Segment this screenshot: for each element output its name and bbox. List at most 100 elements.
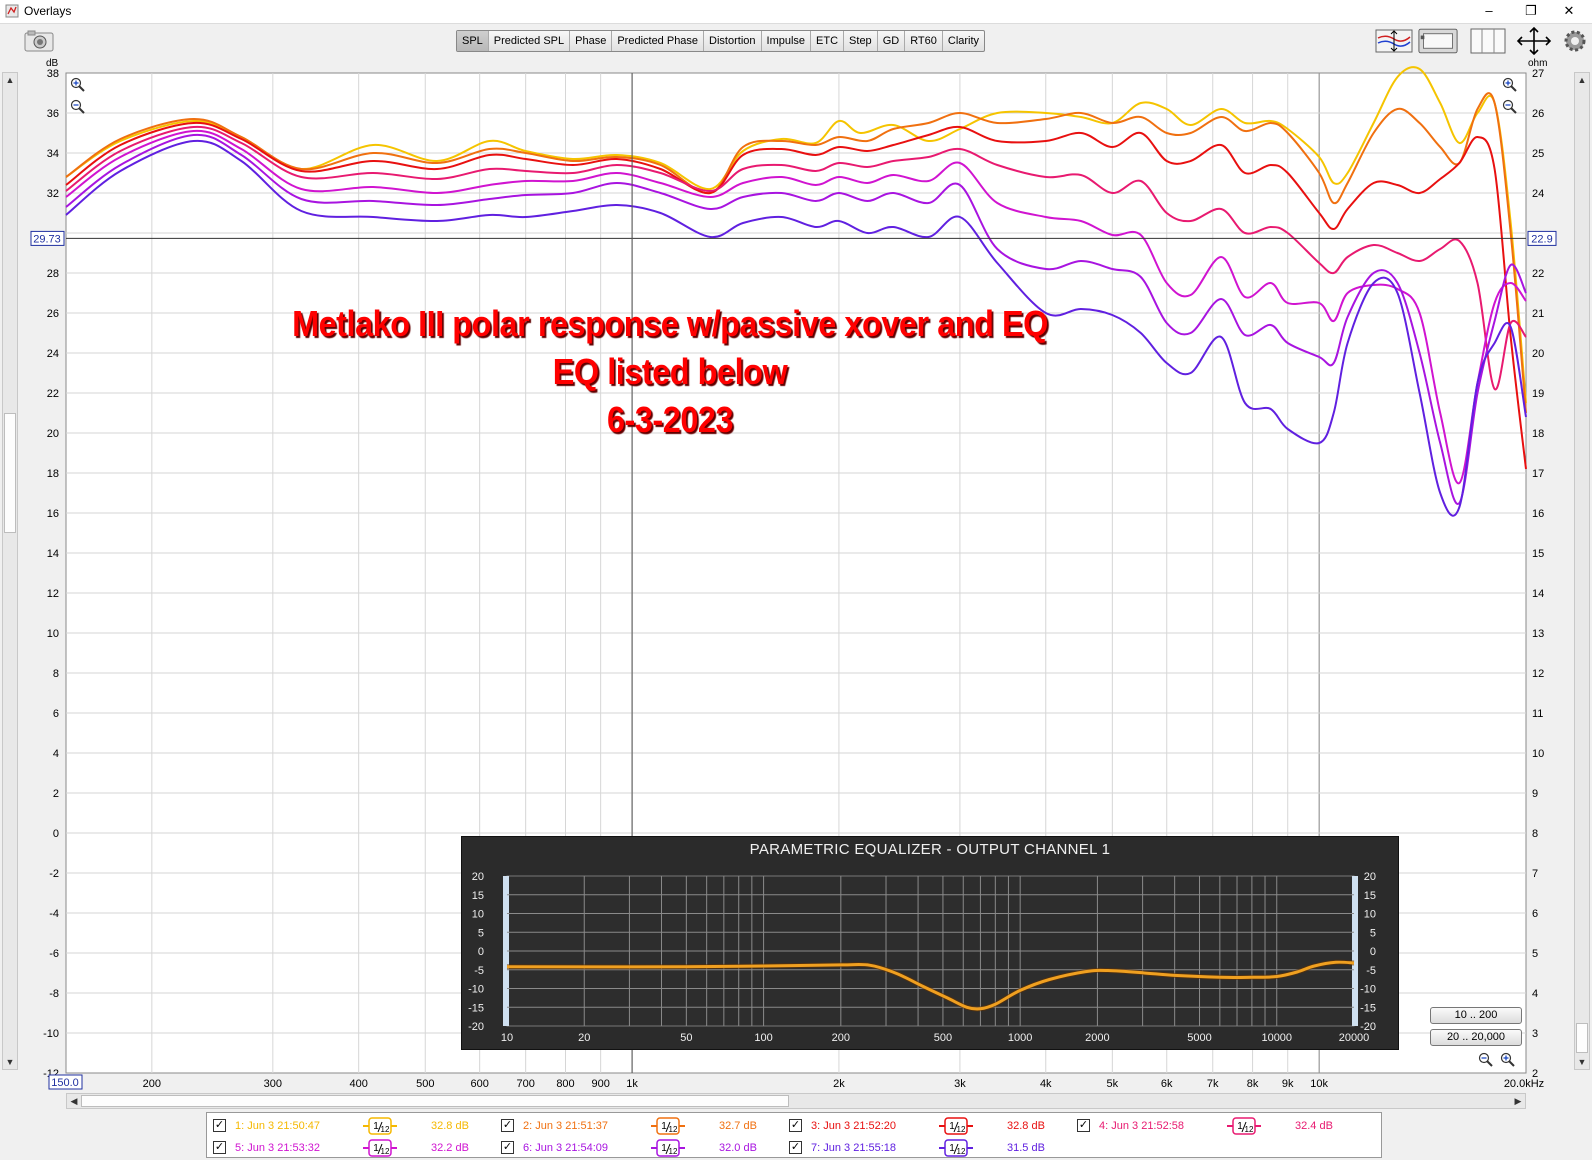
y-tick-label: 12: [47, 588, 59, 600]
scroll-up-icon[interactable]: ▲: [1575, 73, 1589, 87]
x-tick-label: 1k: [626, 1078, 638, 1090]
y2-tick-label: 16: [1532, 508, 1544, 520]
tab-spl[interactable]: SPL: [457, 31, 489, 51]
show-measurement-checkbox[interactable]: ✓: [789, 1141, 802, 1154]
measurement-level: 32.7 dB: [719, 1120, 757, 1132]
peq-x-tick-label: 2000: [1085, 1032, 1109, 1044]
measurement-level: 32.8 dB: [431, 1120, 469, 1132]
scroll-thumb[interactable]: [1576, 1023, 1588, 1053]
y2-tick-label: 8: [1532, 828, 1538, 840]
camera-icon[interactable]: [24, 30, 54, 52]
measurement-level: 31.5 dB: [1007, 1142, 1045, 1154]
scroll-thumb[interactable]: [81, 1095, 789, 1107]
tab-phase[interactable]: Phase: [570, 31, 613, 51]
measurement-name[interactable]: 1: Jun 3 21:50:47: [235, 1120, 320, 1132]
x-tick-label: 8k: [1247, 1078, 1259, 1090]
y-tick-label: 0: [53, 828, 59, 840]
peq-y2-tick-label: 20: [1364, 871, 1376, 883]
scroll-right-icon[interactable]: ▶: [1511, 1094, 1525, 1108]
smoothing-denominator: 12: [957, 1147, 966, 1156]
tab-predicted-phase[interactable]: Predicted Phase: [612, 31, 705, 51]
range-10-200-button[interactable]: 10 .. 200: [1430, 1007, 1522, 1024]
x-tick-label: 500: [416, 1078, 434, 1090]
scroll-up-icon[interactable]: ▲: [3, 73, 17, 87]
range-20-20000-button[interactable]: 20 .. 20,000: [1430, 1029, 1522, 1046]
scroll-thumb[interactable]: [4, 413, 16, 533]
peq-title: PARAMETRIC EQUALIZER - OUTPUT CHANNEL 1: [749, 841, 1111, 858]
scroll-left-icon[interactable]: ◀: [67, 1094, 81, 1108]
y-tick-label: 26: [47, 308, 59, 320]
x-tick-label: 10k: [1310, 1078, 1328, 1090]
smoothing-badge[interactable]: 1 12: [651, 1117, 685, 1135]
minimize-button[interactable]: –: [1466, 0, 1512, 24]
peq-y2-tick-label: -15: [1360, 1002, 1376, 1014]
measurement-name[interactable]: 6: Jun 3 21:54:09: [523, 1142, 608, 1154]
show-measurement-checkbox[interactable]: ✓: [789, 1119, 802, 1132]
measurement-level: 32.0 dB: [719, 1142, 757, 1154]
show-measurement-checkbox[interactable]: ✓: [213, 1141, 226, 1154]
measurement-name[interactable]: 4: Jun 3 21:52:58: [1099, 1120, 1184, 1132]
horizontal-scrollbar[interactable]: ◀ ▶: [66, 1093, 1526, 1109]
peq-y-tick-label: 10: [472, 909, 484, 921]
y2-tick-label: 25: [1532, 148, 1544, 160]
x-tick-label: 7k: [1207, 1078, 1219, 1090]
y-tick-label: 28: [47, 268, 59, 280]
y-tick-label: 22: [47, 388, 59, 400]
tab-clarity[interactable]: Clarity: [943, 31, 984, 51]
measurement-name[interactable]: 5: Jun 3 21:53:32: [235, 1142, 320, 1154]
y2-tick-label: 4: [1532, 988, 1538, 1000]
show-measurement-checkbox[interactable]: ✓: [501, 1141, 514, 1154]
tab-gd[interactable]: GD: [878, 31, 906, 51]
x-tick-label: 4k: [1040, 1078, 1052, 1090]
tab-rt60[interactable]: RT60: [905, 31, 943, 51]
measurement-legend: ✓ 1: Jun 3 21:50:47 1 12 32.8 dB ✓ 2: Jun 3 21…: [206, 1112, 1382, 1158]
smoothing-badge[interactable]: 1 12: [939, 1139, 973, 1157]
tab-predicted-spl[interactable]: Predicted SPL: [489, 31, 571, 51]
tab-etc[interactable]: ETC: [811, 31, 845, 51]
peq-x-tick-label: 200: [832, 1032, 850, 1044]
smoothing-badge[interactable]: 1 12: [1227, 1117, 1261, 1135]
measurement-name[interactable]: 7: Jun 3 21:55:18: [811, 1142, 896, 1154]
layout-icon[interactable]: [1468, 26, 1508, 56]
measurement-name[interactable]: 3: Jun 3 21:52:20: [811, 1120, 896, 1132]
y-tick-label: -4: [49, 908, 59, 920]
smoothing-badge[interactable]: 1 12: [651, 1139, 685, 1157]
smoothing-denominator: 12: [1245, 1125, 1254, 1134]
y-tick-label: -2: [49, 868, 59, 880]
scroll-down-icon[interactable]: ▼: [3, 1055, 17, 1069]
settings-icon[interactable]: [1560, 26, 1590, 56]
right-vertical-scrollbar[interactable]: ▲ ▼: [1574, 72, 1590, 1070]
smoothing-denominator: 12: [381, 1147, 390, 1156]
show-measurement-checkbox[interactable]: ✓: [213, 1119, 226, 1132]
overlay-icon[interactable]: [1374, 26, 1414, 56]
tab-distortion[interactable]: Distortion: [704, 31, 762, 51]
peq-x-tick-label: 20000: [1339, 1032, 1370, 1044]
measurement-name[interactable]: 2: Jun 3 21:51:37: [523, 1120, 608, 1132]
fit-icon[interactable]: [1514, 26, 1554, 56]
show-measurement-checkbox[interactable]: ✓: [501, 1119, 514, 1132]
smoothing-badge[interactable]: 1 12: [363, 1117, 397, 1135]
y2-tick-label: 26: [1532, 108, 1544, 120]
controls-icon[interactable]: [1418, 26, 1458, 56]
peq-y-tick-label: -20: [468, 1021, 484, 1033]
y-tick-label: 10: [47, 628, 59, 640]
x-tick-label: 800: [556, 1078, 574, 1090]
show-measurement-checkbox[interactable]: ✓: [1077, 1119, 1090, 1132]
smoothing-badge[interactable]: 1 12: [939, 1117, 973, 1135]
peq-y-tick-label: 15: [472, 890, 484, 902]
close-button[interactable]: ✕: [1546, 0, 1592, 24]
tab-step[interactable]: Step: [844, 31, 878, 51]
left-vertical-scrollbar[interactable]: ▲ ▼: [2, 72, 18, 1070]
parametric-eq-panel: 20 20 15 15 10 10 5 5 0 0 -5 -5 -10 -10 -15 -15 -20 -20 10…: [461, 836, 1399, 1050]
x-tick-label: 300: [264, 1078, 282, 1090]
peq-y2-tick-label: 0: [1370, 946, 1376, 958]
smoothing-badge[interactable]: 1 12: [363, 1139, 397, 1157]
peq-y2-tick-label: -10: [1360, 984, 1376, 996]
x-tick-label: 2k: [833, 1078, 845, 1090]
y2-tick-label: 19: [1532, 388, 1544, 400]
tab-impulse[interactable]: Impulse: [762, 31, 812, 51]
y-axis-unit: dB: [46, 58, 59, 69]
peq-y-tick-label: -5: [474, 965, 484, 977]
peq-y-tick-label: 5: [478, 927, 484, 939]
scroll-down-icon[interactable]: ▼: [1575, 1055, 1589, 1069]
